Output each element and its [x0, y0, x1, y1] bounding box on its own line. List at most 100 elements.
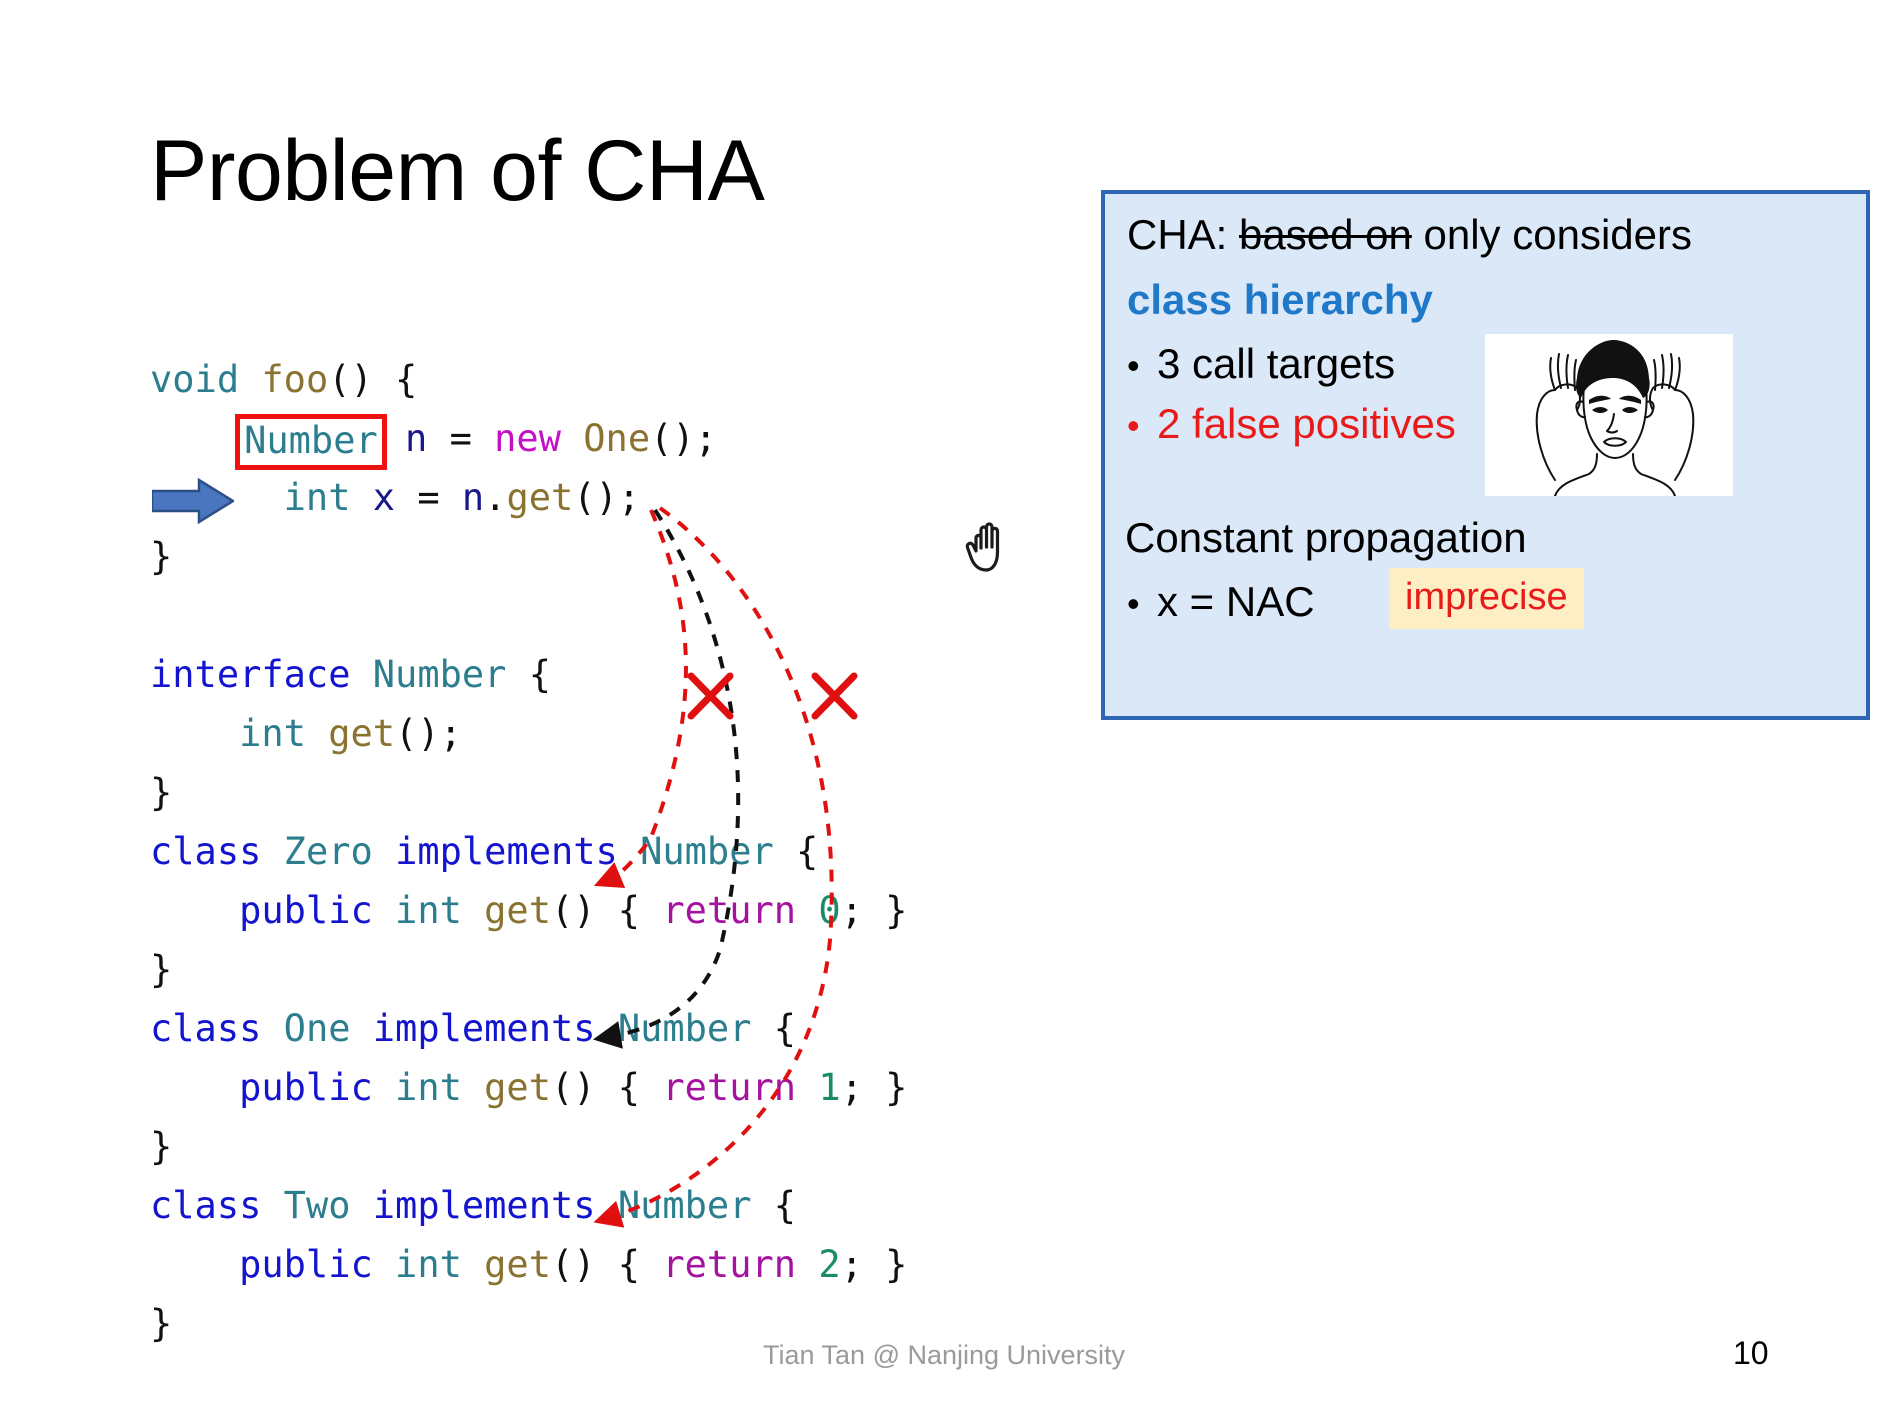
code-token: {: [751, 1184, 797, 1227]
code-token: get: [484, 1066, 551, 1109]
code-token: Number: [372, 653, 507, 696]
code-token: interface: [150, 653, 351, 696]
code-token: get: [484, 1243, 551, 1286]
imprecise-badge: imprecise: [1389, 568, 1584, 629]
line-close-interface: }: [150, 763, 907, 822]
code-token: int: [395, 1243, 462, 1286]
line-int-get: int get();: [150, 704, 907, 763]
cha-definition-struck-text: based on: [1239, 211, 1412, 258]
bullet-call-targets-label: 3 call targets: [1157, 340, 1396, 387]
code-token: int: [239, 712, 306, 755]
code-token: get: [506, 476, 574, 519]
page-number: 10: [1733, 1335, 1769, 1371]
bullet-dot-icon: •: [1127, 405, 1140, 446]
code-token: get: [484, 889, 551, 932]
code-token: {: [506, 653, 551, 696]
code-token: ();: [395, 712, 462, 755]
code-token: }: [150, 771, 173, 814]
bullet-x-nac-label: x = NAC: [1157, 578, 1315, 625]
code-token: =: [395, 476, 462, 519]
code-token: () {: [550, 1066, 663, 1109]
code-token: class: [150, 1184, 262, 1227]
code-token: implements: [372, 1184, 596, 1227]
code-token: void: [150, 358, 240, 401]
code-token: 0: [818, 889, 841, 932]
code-token: public: [239, 1066, 373, 1109]
code-token: class: [150, 830, 262, 873]
code-token: Number: [617, 1184, 752, 1227]
code-token: int: [395, 1066, 462, 1109]
code-token: ; }: [840, 1243, 908, 1286]
code-token: ();: [650, 417, 717, 460]
code-token: public: [239, 1243, 373, 1286]
line-zero-get: public int get() { return 0; }: [150, 881, 907, 940]
code-token: implements: [395, 830, 618, 873]
footer-credit: Tian Tan @ Nanjing University: [763, 1340, 1126, 1370]
code-token: Two: [283, 1184, 351, 1227]
code-token: x: [372, 476, 396, 519]
code-token: class: [150, 1007, 262, 1050]
code-token: 2: [818, 1243, 841, 1286]
code-token: .: [484, 476, 507, 519]
bullet-x-nac: • x = NAC: [1127, 578, 1315, 626]
code-token: () {: [550, 889, 663, 932]
code-token: return: [662, 1066, 797, 1109]
code-token: return: [662, 889, 797, 932]
line-two-get: public int get() { return 2; }: [150, 1235, 907, 1294]
code-token: new: [494, 417, 561, 460]
code-token: ; }: [840, 889, 908, 932]
code-token: () {: [550, 1243, 663, 1286]
line-class-zero: class Zero implements Number {: [150, 822, 907, 881]
line-void-foo: void foo() {: [150, 350, 907, 409]
code-token: One: [583, 417, 651, 460]
code-listing: void foo() { Number n = new One(); int x…: [150, 350, 907, 1353]
cha-definition-prefix: CHA:: [1127, 211, 1240, 258]
line-number-n: Number n = new One();: [150, 409, 907, 470]
code-token: int: [395, 889, 462, 932]
class-hierarchy-emphasis: class hierarchy: [1127, 276, 1433, 323]
bullet-false-positives-label: 2 false positives: [1157, 400, 1456, 447]
code-token: ();: [573, 476, 641, 519]
code-token: n: [405, 417, 428, 460]
code-token: Zero: [283, 830, 373, 873]
code-token: }: [150, 948, 173, 991]
highlighted-type-token: Number: [235, 414, 387, 470]
line-close-zero: }: [150, 940, 907, 999]
bullet-dot-icon: •: [1127, 345, 1140, 386]
code-token: implements: [372, 1007, 596, 1050]
current-statement-arrow-icon: [152, 478, 234, 524]
code-token: }: [150, 1302, 173, 1345]
slide-canvas: Problem of CHA void foo() { Number n = n…: [0, 0, 1895, 1403]
cha-summary-panel: CHA: based on only considers class hiera…: [1101, 190, 1870, 720]
code-token: One: [283, 1007, 351, 1050]
code-token: n: [461, 476, 485, 519]
bullet-call-targets: • 3 call targets: [1127, 340, 1395, 388]
hand-cursor-icon: [965, 522, 1000, 572]
code-token: () {: [328, 358, 418, 401]
code-token: Number: [617, 1007, 752, 1050]
code-token: {: [773, 830, 819, 873]
code-token: get: [328, 712, 396, 755]
